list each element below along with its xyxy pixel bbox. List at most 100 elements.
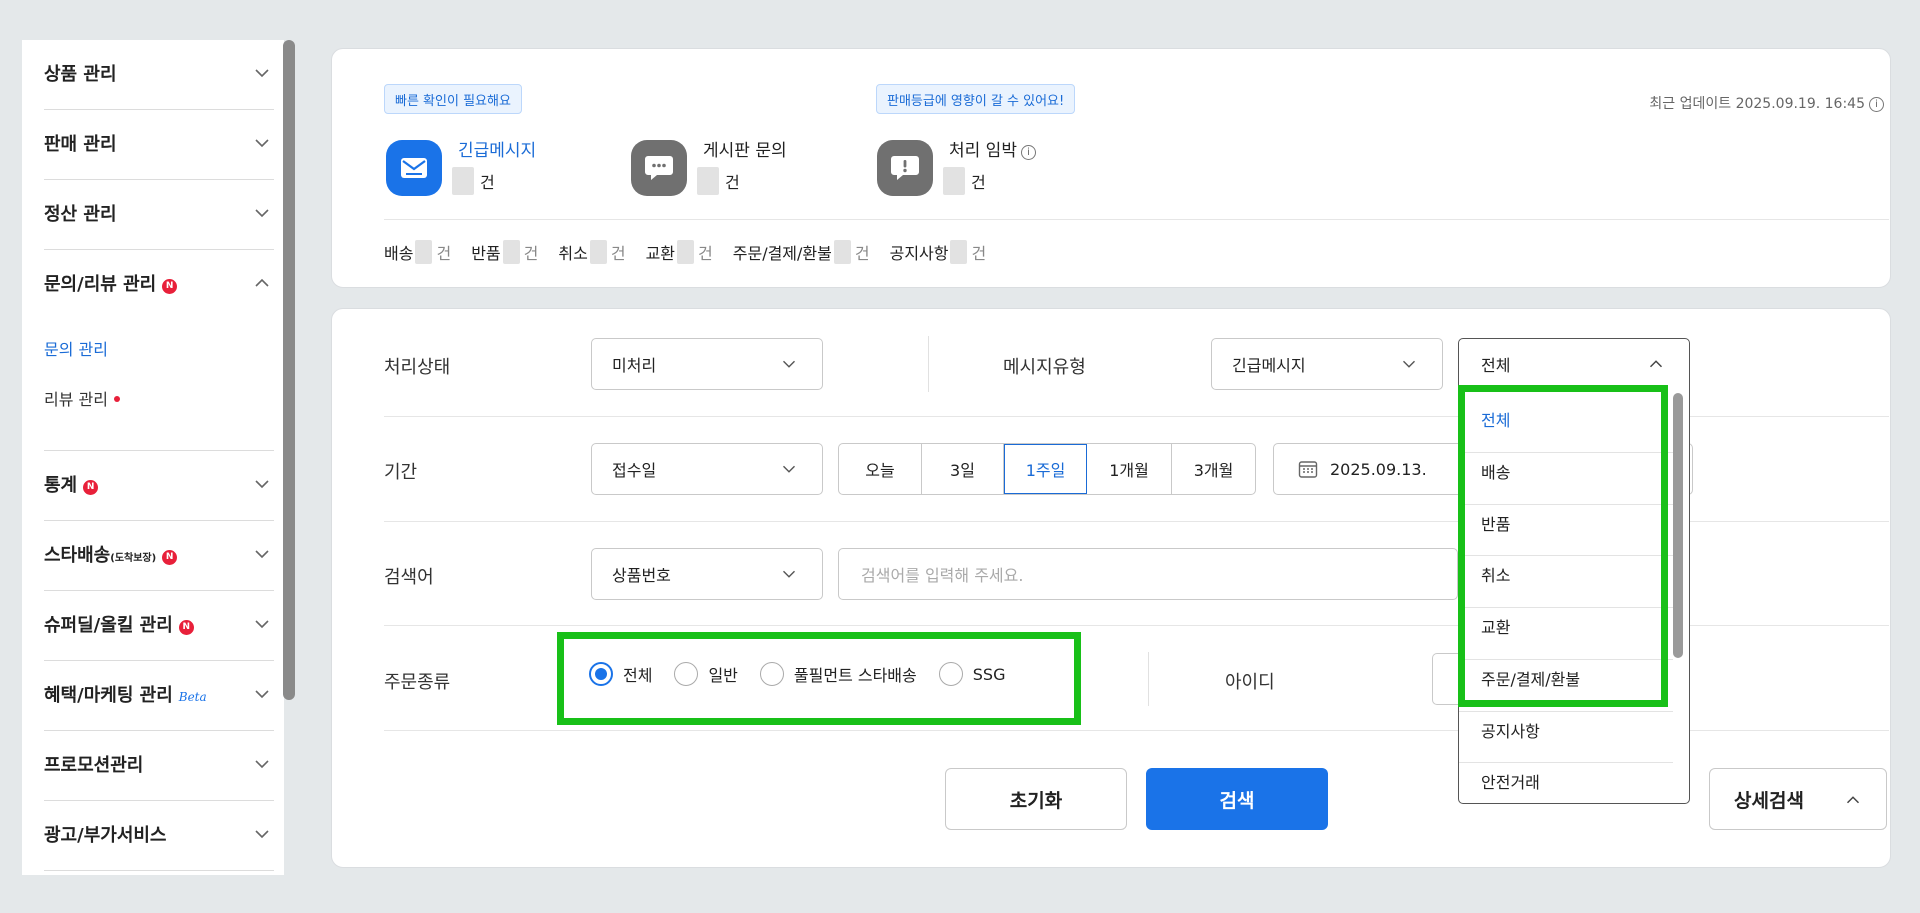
sub-type-select[interactable]: 전체 xyxy=(1458,338,1690,390)
sidebar-item-inquiry-review[interactable]: 문의/리뷰 관리 N xyxy=(44,263,274,303)
stat-cancel[interactable]: 취소 건 xyxy=(558,240,626,264)
period-label: 기간 xyxy=(384,462,418,483)
card-count-board: 건 xyxy=(697,167,740,195)
stat-return[interactable]: 반품 건 xyxy=(471,240,538,264)
divider xyxy=(1459,607,1673,608)
period-type-select[interactable]: 접수일 xyxy=(591,443,823,495)
message-type-select[interactable]: 긴급메시지 xyxy=(1211,338,1443,390)
stat-exchange[interactable]: 교환 건 xyxy=(646,240,713,264)
sidebar-item-stats[interactable]: 통계 N xyxy=(44,464,274,504)
new-badge: N xyxy=(162,549,178,565)
redacted-value xyxy=(502,240,520,264)
divider xyxy=(1459,555,1673,556)
sidebar-item-label: 상품 관리 xyxy=(44,64,117,85)
divider xyxy=(44,249,274,250)
option-notice[interactable]: 공지사항 xyxy=(1481,718,1540,742)
option-safe-trade[interactable]: 안전거래 xyxy=(1481,769,1540,793)
stat-delivery[interactable]: 배송 건 xyxy=(384,240,451,264)
divider xyxy=(928,336,929,392)
chevron-down-icon xyxy=(255,69,269,78)
divider xyxy=(44,179,274,180)
sub-type-options: 전체 배송 반품 취소 교환 주문/결제/환불 공지사항 안전거래 xyxy=(1458,389,1690,804)
range-today[interactable]: 오늘 xyxy=(839,444,922,494)
red-dot-icon xyxy=(113,396,120,402)
chevron-down-icon xyxy=(783,570,795,578)
redacted-value xyxy=(452,167,474,195)
option-return[interactable]: 반품 xyxy=(1481,511,1510,535)
card-title-board[interactable]: 게시판 문의 xyxy=(703,136,787,161)
divider xyxy=(44,730,274,731)
search-button[interactable]: 검색 xyxy=(1146,768,1328,830)
sidebar-item-label: 스타배송(도착보장) N xyxy=(44,541,178,567)
chevron-up-icon xyxy=(1846,796,1860,804)
option-delivery[interactable]: 배송 xyxy=(1481,459,1510,483)
chevron-down-icon xyxy=(255,139,269,148)
sidebar-item-ads[interactable]: 광고/부가서비스 xyxy=(44,814,274,854)
quick-check-pill: 빠른 확인이 필요해요 xyxy=(384,84,522,114)
divider xyxy=(1459,504,1673,505)
sidebar-item-sales[interactable]: 판매 관리 xyxy=(44,123,274,163)
redacted-value xyxy=(697,167,719,195)
detail-search-button[interactable]: 상세검색 xyxy=(1709,768,1887,830)
divider xyxy=(384,219,1889,220)
status-select[interactable]: 미처리 xyxy=(591,338,823,390)
range-1week[interactable]: 1주일 xyxy=(1004,444,1087,494)
sidebar: 상품 관리 판매 관리 정산 관리 문의/리뷰 관리 N 문의 관리 리뷰 관리 … xyxy=(22,40,284,875)
new-badge: N xyxy=(178,619,194,635)
range-3months[interactable]: 3개월 xyxy=(1172,444,1255,494)
chevron-down-icon xyxy=(783,465,795,473)
chevron-down-icon xyxy=(255,760,269,769)
sidebar-scrollbar[interactable] xyxy=(283,40,295,700)
option-order-payment[interactable]: 주문/결제/환불 xyxy=(1481,666,1580,690)
redacted-value xyxy=(589,240,607,264)
card-title-urgent[interactable]: 긴급메시지 xyxy=(458,136,536,161)
info-icon[interactable]: i xyxy=(1020,145,1036,160)
radio-ssg[interactable]: SSG xyxy=(938,662,1005,686)
mail-icon[interactable] xyxy=(386,140,442,196)
sidebar-item-product[interactable]: 상품 관리 xyxy=(44,53,274,93)
reset-button[interactable]: 초기화 xyxy=(945,768,1127,830)
sidebar-item-settlement[interactable]: 정산 관리 xyxy=(44,193,274,233)
beta-tag: Beta xyxy=(178,690,207,704)
chevron-down-icon xyxy=(255,830,269,839)
radio-normal[interactable]: 일반 xyxy=(674,662,738,686)
divider xyxy=(44,800,274,801)
sidebar-subitem-review[interactable]: 리뷰 관리 xyxy=(44,386,120,410)
alert-bubble-icon[interactable] xyxy=(877,140,933,196)
stat-notice[interactable]: 공지사항 건 xyxy=(890,240,986,264)
chevron-down-icon xyxy=(255,690,269,699)
chat-bubble-icon[interactable] xyxy=(631,140,687,196)
sidebar-item-label: 정산 관리 xyxy=(44,204,117,225)
divider xyxy=(44,590,274,591)
divider xyxy=(1459,452,1673,453)
divider xyxy=(1459,711,1673,712)
divider xyxy=(1459,659,1673,660)
range-1month[interactable]: 1개월 xyxy=(1087,444,1172,494)
sidebar-item-star-delivery[interactable]: 스타배송(도착보장) N xyxy=(44,534,274,574)
divider xyxy=(44,109,274,110)
stats-row: 배송 건 반품 건 취소 건 교환 건 주문/결제/환불 건 공지사항 건 xyxy=(384,240,1006,264)
radio-unchecked-icon xyxy=(938,662,963,686)
sidebar-item-promotion[interactable]: 프로모션관리 xyxy=(44,744,274,784)
range-3days[interactable]: 3일 xyxy=(922,444,1004,494)
info-icon[interactable]: i xyxy=(1869,97,1884,112)
chevron-up-icon xyxy=(1649,360,1663,368)
chevron-up-icon xyxy=(255,278,269,287)
option-all[interactable]: 전체 xyxy=(1481,407,1510,431)
redacted-value xyxy=(833,240,851,264)
dropdown-scrollbar[interactable] xyxy=(1673,393,1683,658)
stat-order-payment[interactable]: 주문/결제/환불 건 xyxy=(733,240,870,264)
sidebar-subitem-inquiry[interactable]: 문의 관리 xyxy=(44,336,108,360)
redacted-value xyxy=(677,240,695,264)
sidebar-item-marketing[interactable]: 혜택/마케팅 관리 Beta xyxy=(44,674,274,714)
calendar-icon xyxy=(1298,461,1318,478)
keyword-input[interactable]: 검색어를 입력해 주세요. xyxy=(838,548,1458,600)
radio-all[interactable]: 전체 xyxy=(589,662,652,686)
option-exchange[interactable]: 교환 xyxy=(1481,614,1510,638)
keyword-type-select[interactable]: 상품번호 xyxy=(591,548,823,600)
sidebar-item-superdeal[interactable]: 슈퍼딜/올킬 관리 N xyxy=(44,604,274,644)
card-title-imminent[interactable]: 처리 임박 i xyxy=(949,136,1036,161)
keyword-label: 검색어 xyxy=(384,567,434,588)
option-cancel[interactable]: 취소 xyxy=(1481,562,1510,586)
radio-fulfillment[interactable]: 풀필먼트 스타배송 xyxy=(759,662,917,686)
